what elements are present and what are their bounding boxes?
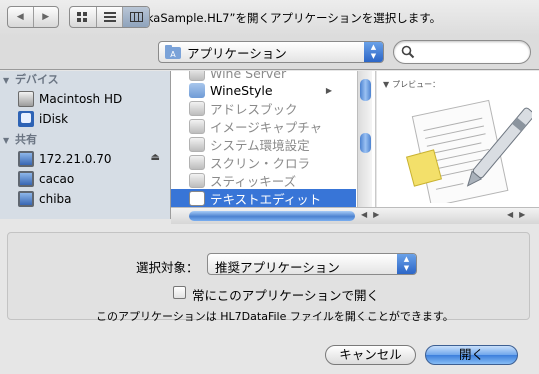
enable-popup-value: 推奨アプリケーション xyxy=(215,260,340,275)
scroll-arrows-icon[interactable]: ◀▶ xyxy=(507,210,531,219)
popup-arrows-icon: ▲ ▼ xyxy=(397,254,416,274)
monitor-icon xyxy=(18,191,34,207)
icon-view-icon xyxy=(77,11,88,22)
app-icon xyxy=(189,71,205,81)
back-forward-control: ◀ ▶ xyxy=(7,6,59,28)
options-group: 選択対象： 推奨アプリケーション ▲ ▼ 常にこのアプリケーションで開く このアプ… xyxy=(7,232,530,323)
column-view-icon xyxy=(129,12,143,22)
scrollbar-thumb[interactable] xyxy=(360,79,371,101)
disclosure-triangle-icon: ▼ xyxy=(383,80,390,89)
horizontal-scrollbar-thumb[interactable] xyxy=(189,211,355,221)
svg-text:A: A xyxy=(170,50,176,59)
always-open-label[interactable]: 常にこのアプリケーションで開く xyxy=(192,285,379,304)
list-item[interactable]: スクリン・クロラ xyxy=(171,153,356,171)
app-icon xyxy=(189,118,205,134)
list-item[interactable]: アドレスブック xyxy=(171,99,356,117)
enable-popup[interactable]: 推奨アプリケーション ▲ ▼ xyxy=(207,253,417,275)
search-input[interactable] xyxy=(418,44,524,60)
location-popup[interactable]: A アプリケーション ▲ ▼ xyxy=(158,41,384,63)
list-item[interactable]: スティッキーズ xyxy=(171,171,356,189)
monitor-icon xyxy=(18,151,34,167)
chevron-right-icon: ▶ xyxy=(325,85,332,95)
forward-arrow-icon: ▶ xyxy=(42,12,50,22)
monitor-icon xyxy=(18,171,34,187)
list-item[interactable]: システム環境設定 xyxy=(171,135,356,153)
app-icon xyxy=(189,172,205,188)
sidebar-item-label: cacao xyxy=(39,172,75,186)
list-view-icon xyxy=(103,12,116,22)
application-column: Wine Server WineStyle ▶ アドレスブック イメージキャプチャ… xyxy=(171,71,376,207)
shared-header[interactable]: ▼ 共有 xyxy=(0,131,170,149)
disclosure-triangle-icon: ▼ xyxy=(3,136,10,145)
open-button[interactable]: 開く xyxy=(425,345,518,365)
horizontal-scrollbar[interactable]: ◀▶ ◀▶ xyxy=(171,207,539,224)
search-icon xyxy=(401,45,415,59)
app-icon xyxy=(189,100,205,116)
hard-drive-icon xyxy=(18,91,34,107)
column-scrollbar[interactable] xyxy=(357,71,372,207)
always-open-checkbox[interactable] xyxy=(173,286,186,299)
sidebar-item-label: chiba xyxy=(39,192,72,206)
back-arrow-icon: ◀ xyxy=(16,12,24,22)
sidebar-item-idisk[interactable]: iDisk xyxy=(0,109,170,129)
list-item[interactable]: イメージキャプチャ xyxy=(171,117,356,135)
show-label: 選択対象： xyxy=(136,260,199,275)
list-view-button[interactable] xyxy=(97,7,124,27)
sidebar-item-macintosh-hd[interactable]: Macintosh HD xyxy=(0,89,170,109)
list-item-selected[interactable]: テキストエディット xyxy=(171,189,356,207)
column-view-button[interactable] xyxy=(123,7,149,27)
devices-header[interactable]: ▼ デバイス xyxy=(0,71,170,89)
sidebar-item-label: iDisk xyxy=(39,112,69,126)
sidebar-item-cacao[interactable]: cacao xyxy=(0,169,170,189)
preview-label: ▼ プレビュー： xyxy=(383,80,441,89)
folder-icon xyxy=(189,82,205,98)
sidebar-item-chiba[interactable]: chiba xyxy=(0,189,170,209)
textedit-icon xyxy=(189,190,205,206)
sidebar-item-label: Macintosh HD xyxy=(39,92,123,106)
sidebar-item-label: 172.21.0.70 xyxy=(39,152,112,166)
list-item[interactable]: WineStyle ▶ xyxy=(171,81,356,99)
popup-arrows-icon: ▲ ▼ xyxy=(364,42,383,62)
eject-icon[interactable]: ⏏ xyxy=(151,152,160,163)
search-field[interactable] xyxy=(393,40,531,64)
app-icon xyxy=(189,136,205,152)
app-icon xyxy=(189,154,205,170)
scroll-arrows-icon[interactable]: ◀▶ xyxy=(361,210,385,219)
applications-folder-icon: A xyxy=(165,45,181,59)
scrollbar-thumb-lower[interactable] xyxy=(360,133,371,153)
idisk-icon xyxy=(18,111,34,127)
location-label: アプリケーション xyxy=(187,45,287,61)
disclosure-triangle-icon: ▼ xyxy=(3,76,10,85)
sidebar-item-172-21-0-70[interactable]: 172.21.0.70 ⏏ xyxy=(0,149,170,169)
cancel-button[interactable]: キャンセル xyxy=(325,345,416,365)
preview-pane: ▼ プレビュー： xyxy=(377,71,539,207)
forward-button[interactable]: ▶ xyxy=(34,7,59,27)
icon-view-button[interactable] xyxy=(70,7,97,27)
view-mode-control xyxy=(69,6,150,28)
back-button[interactable]: ◀ xyxy=(8,7,34,27)
textedit-preview-icon xyxy=(405,99,532,203)
sidebar: ▼ デバイス Macintosh HD iDisk ▼ 共有 172.21.0.70… xyxy=(0,71,171,219)
options-area: 選択対象： 推奨アプリケーション ▲ ▼ 常にこのアプリケーションで開く このアプ… xyxy=(0,224,539,374)
compatibility-note: このアプリケーションは HL7DataFile ファイルを開くことができます。 xyxy=(96,310,454,323)
